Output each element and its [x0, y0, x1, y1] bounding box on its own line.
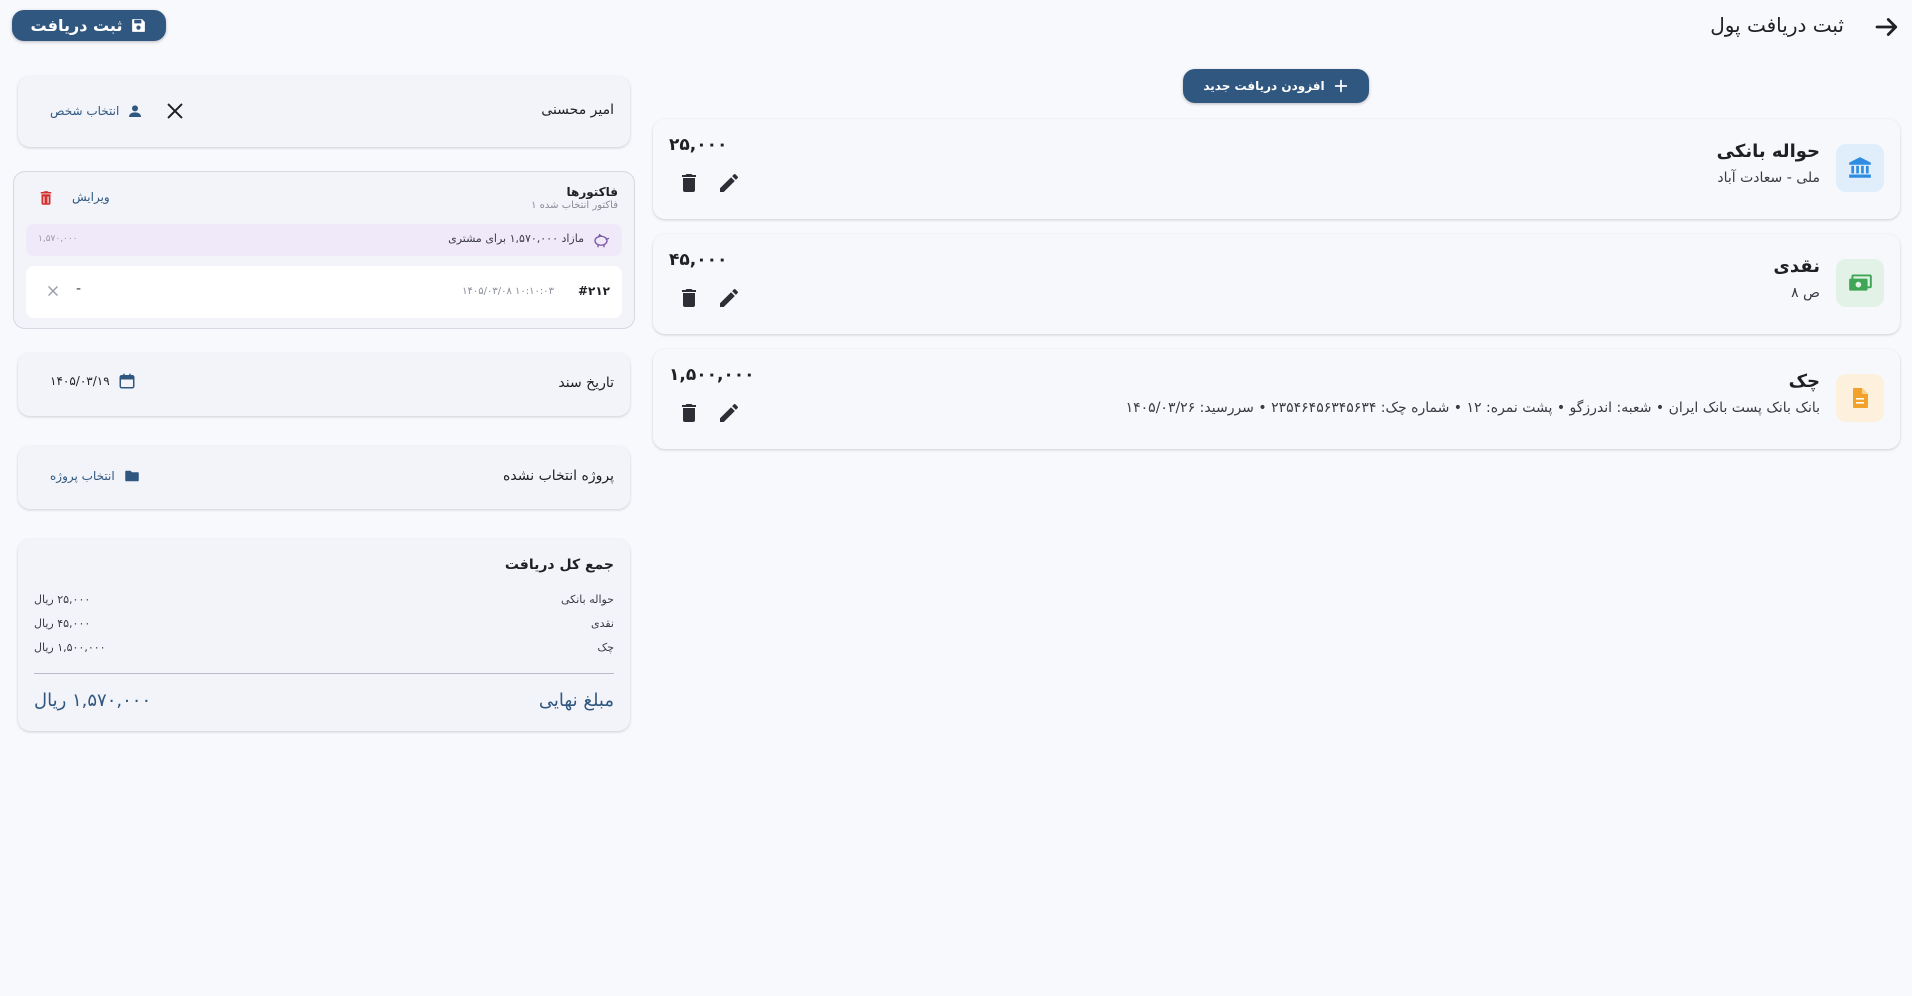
back-arrow-icon[interactable]: [1872, 12, 1902, 42]
summary-row-value: ۲۵,۰۰۰ ریال: [34, 593, 91, 606]
payment-subtitle: بانک بانک پست بانک ایران • شعبه: اندرزگو…: [1125, 400, 1820, 416]
summary-divider: [34, 673, 614, 674]
select-project-label: انتخاب پروژه: [50, 469, 115, 483]
payment-title: چک: [1788, 371, 1820, 392]
payment-card-cash: نقدی ص ۸ ۴۵,۰۰۰: [653, 234, 1900, 334]
payment-title: حواله بانکی: [1716, 141, 1820, 162]
remove-invoice-icon[interactable]: [46, 284, 60, 298]
floppy-disk-icon: [130, 17, 147, 34]
summary-title: جمع کل دریافت: [504, 557, 614, 573]
surplus-text: مازاد ۱,۵۷۰,۰۰۰ برای مشتری: [448, 232, 584, 245]
person-icon: [127, 103, 143, 119]
invoice-datetime: ۱۴۰۵/۰۳/۰۸ ۱۰:۱۰:۰۳: [462, 286, 554, 297]
payment-subtitle: ملی - سعادت آباد: [1717, 170, 1820, 186]
person-name: امیر محسنی: [541, 102, 614, 118]
invoices-card: فاکتورها ۱ فاکتور انتخاب شده ویرایش مازا…: [13, 171, 635, 329]
final-amount-label: مبلغ نهایی: [538, 690, 614, 711]
surplus-amount: ۱,۵۷۰,۰۰۰: [38, 234, 78, 244]
delete-payment-icon[interactable]: [677, 286, 701, 310]
edit-invoices-button[interactable]: ویرایش: [72, 190, 110, 204]
delete-payment-icon[interactable]: [677, 171, 701, 195]
select-person-label: انتخاب شخص: [50, 104, 120, 118]
edit-payment-icon[interactable]: [717, 171, 741, 195]
clear-person-icon[interactable]: [164, 100, 186, 122]
summary-card: جمع کل دریافت حواله بانکی ۲۵,۰۰۰ ریال نق…: [18, 539, 630, 731]
add-payment-button-label: افزودن دریافت جدید: [1203, 79, 1325, 93]
summary-row-label: حواله بانکی: [560, 593, 614, 606]
document-date-card: تاریخ سند ۱۴۰۵/۰۳/۱۹: [18, 353, 630, 416]
edit-payment-icon[interactable]: [717, 401, 741, 425]
delete-invoices-icon[interactable]: [37, 189, 55, 207]
invoice-amount: -: [76, 281, 82, 297]
select-project-button[interactable]: انتخاب پروژه: [50, 467, 141, 485]
save-button[interactable]: ثبت دریافت: [12, 10, 166, 41]
select-person-button[interactable]: انتخاب شخص: [50, 103, 143, 119]
payment-amount: ۱,۵۰۰,۰۰۰: [669, 365, 755, 385]
calendar-icon: [118, 372, 136, 390]
person-card: امیر محسنی انتخاب شخص: [18, 76, 630, 147]
document-date-label: تاریخ سند: [558, 375, 614, 391]
summary-row-value: ۱,۵۰۰,۰۰۰ ریال: [34, 641, 106, 654]
cash-icon: [1836, 259, 1884, 307]
payment-title: نقدی: [1773, 256, 1820, 277]
payment-amount: ۴۵,۰۰۰: [669, 250, 728, 270]
invoices-subtitle: ۱ فاکتور انتخاب شده: [531, 200, 618, 211]
add-payment-button[interactable]: افزودن دریافت جدید: [1183, 69, 1369, 103]
summary-row-label: نقدی: [590, 617, 614, 630]
project-card: پروژه انتخاب نشده انتخاب پروژه: [18, 446, 630, 509]
surplus-bar: مازاد ۱,۵۷۰,۰۰۰ برای مشتری ۱,۵۷۰,۰۰۰: [26, 224, 622, 256]
payment-amount: ۲۵,۰۰۰: [669, 135, 728, 155]
edit-payment-icon[interactable]: [717, 286, 741, 310]
piggy-bank-icon: [592, 231, 610, 249]
save-button-label: ثبت دریافت: [30, 16, 123, 35]
bank-icon: [1836, 144, 1884, 192]
invoice-row[interactable]: #۲۱۲ ۱۴۰۵/۰۳/۰۸ ۱۰:۱۰:۰۳ -: [26, 266, 622, 318]
check-document-icon: [1836, 374, 1884, 422]
summary-row-label: چک: [597, 641, 614, 654]
invoice-number: #۲۱۲: [577, 284, 610, 298]
payment-card-cheque: چک بانک بانک پست بانک ایران • شعبه: اندر…: [653, 349, 1900, 449]
payment-subtitle: ص ۸: [1791, 285, 1820, 301]
page-title: ثبت دریافت پول: [1710, 13, 1844, 37]
invoices-title: فاکتورها: [566, 185, 619, 199]
folder-icon: [123, 467, 141, 485]
delete-payment-icon[interactable]: [677, 401, 701, 425]
final-amount-value: ۱,۵۷۰,۰۰۰ ریال: [34, 690, 152, 711]
summary-row-value: ۴۵,۰۰۰ ریال: [34, 617, 91, 630]
payment-card-bank-transfer: حواله بانکی ملی - سعادت آباد ۲۵,۰۰۰: [653, 119, 1900, 219]
plus-icon: [1333, 78, 1349, 94]
document-date-value: ۱۴۰۵/۰۳/۱۹: [50, 374, 110, 388]
document-date-picker[interactable]: ۱۴۰۵/۰۳/۱۹: [50, 372, 136, 390]
project-label: پروژه انتخاب نشده: [503, 468, 614, 484]
